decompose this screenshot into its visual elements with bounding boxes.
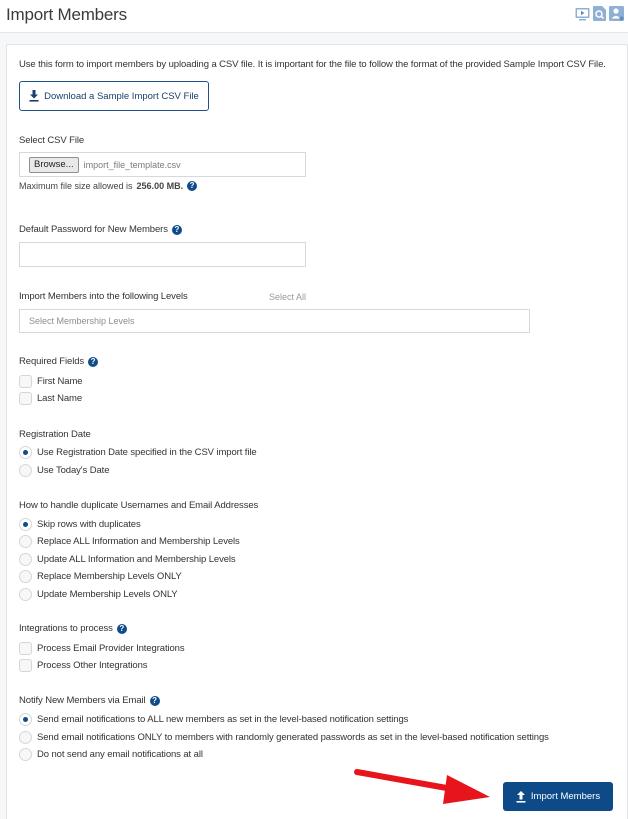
radio-button[interactable] [19,713,32,726]
default-password-input[interactable] [19,242,306,267]
option-label: Send email notifications ONLY to members… [37,732,549,743]
radio-button[interactable] [19,731,32,744]
import-members-button[interactable]: Import Members [503,782,613,811]
import-form-card: Use this form to import members by uploa… [6,44,628,819]
option-label: Send email notifications to ALL new memb… [37,714,409,725]
option-label: Last Name [37,393,83,404]
radio-button[interactable] [19,748,32,761]
download-icon [29,90,39,102]
csv-file-input[interactable]: Browse... import_file_template.csv [19,152,306,177]
duplicates-label-text: How to handle duplicate Usernames and Em… [19,500,259,511]
default-password-label: Default Password for New Members ? [19,224,182,235]
radio-button[interactable] [19,553,32,566]
duplicates-skip-radio[interactable]: Skip rows with duplicates [19,518,141,531]
radio-button[interactable] [19,588,32,601]
required-first-name-checkbox[interactable]: First Name [19,375,83,388]
radio-button[interactable] [19,535,32,548]
levels-label: Import Members into the following Levels [19,291,188,302]
max-file-size-value: 256.00 MB. [136,181,184,191]
option-label: Use Today's Date [37,465,110,476]
video-tutorial-icon[interactable] [575,6,590,21]
help-icon[interactable]: ? [116,623,127,634]
option-label: First Name [37,376,83,387]
registration-date-csv-radio[interactable]: Use Registration Date specified in the C… [19,446,257,459]
intro-text: Use this form to import members by uploa… [19,59,606,70]
option-label: Update Membership Levels ONLY [37,589,178,600]
search-help-icon[interactable] [592,6,607,21]
help-icon[interactable]: ? [88,356,99,367]
duplicates-replace-levels-radio[interactable]: Replace Membership Levels ONLY [19,570,182,583]
required-last-name-checkbox[interactable]: Last Name [19,392,82,405]
checkbox[interactable] [19,375,32,388]
integrations-label: Integrations to process ? [19,623,127,634]
notify-label: Notify New Members via Email ? [19,695,160,706]
checkbox[interactable] [19,659,32,672]
option-label: Update ALL Information and Membership Le… [37,554,236,565]
help-icon[interactable]: ? [149,695,160,706]
option-label: Do not send any email notifications at a… [37,749,203,760]
user-account-icon[interactable] [609,6,624,21]
csv-file-label: Select CSV File [19,135,84,146]
required-fields-label-text: Required Fields [19,356,85,367]
integration-other-checkbox[interactable]: Process Other Integrations [19,659,148,672]
notify-label-text: Notify New Members via Email [19,695,146,706]
download-sample-csv-label: Download a Sample Import CSV File [44,90,199,102]
levels-label-text: Import Members into the following Levels [19,291,188,302]
page-header: Import Members [0,0,628,33]
max-file-size-prefix: Maximum file size allowed is [19,181,133,191]
option-label: Replace ALL Information and Membership L… [37,536,240,547]
checkbox[interactable] [19,392,32,405]
notify-none-radio[interactable]: Do not send any email notifications at a… [19,748,203,761]
radio-button[interactable] [19,464,32,477]
option-label: Replace Membership Levels ONLY [37,571,182,582]
integrations-label-text: Integrations to process [19,623,113,634]
duplicates-label: How to handle duplicate Usernames and Em… [19,500,258,511]
radio-button[interactable] [19,518,32,531]
membership-levels-select[interactable]: Select Membership Levels [19,309,530,333]
duplicates-replace-all-radio[interactable]: Replace ALL Information and Membership L… [19,535,240,548]
default-password-label-text: Default Password for New Members [19,224,168,235]
integration-email-provider-checkbox[interactable]: Process Email Provider Integrations [19,642,185,655]
selected-file-name: import_file_template.csv [83,159,181,170]
page-title: Import Members [6,5,127,24]
membership-levels-placeholder: Select Membership Levels [29,316,135,326]
radio-button[interactable] [19,570,32,583]
notify-all-radio[interactable]: Send email notifications to ALL new memb… [19,713,408,726]
registration-date-label: Registration Date [19,429,91,440]
required-fields-label: Required Fields ? [19,356,99,367]
duplicates-update-all-radio[interactable]: Update ALL Information and Membership Le… [19,553,236,566]
header-icons [575,6,624,21]
help-icon[interactable]: ? [171,224,182,235]
browse-button[interactable]: Browse... [29,156,79,173]
option-label: Skip rows with duplicates [37,519,141,530]
radio-button[interactable] [19,446,32,459]
notify-random-password-radio[interactable]: Send email notifications ONLY to members… [19,731,549,744]
max-file-size-hint: Maximum file size allowed is 256.00 MB. … [19,181,198,191]
csv-file-label-text: Select CSV File [19,135,85,146]
option-label: Process Email Provider Integrations [37,643,185,654]
upload-icon [516,790,526,803]
registration-date-today-radio[interactable]: Use Today's Date [19,464,109,477]
import-members-label: Import Members [530,791,601,802]
option-label: Process Other Integrations [37,660,148,671]
option-label: Use Registration Date specified in the C… [37,447,257,458]
download-sample-csv-button[interactable]: Download a Sample Import CSV File [19,81,209,111]
duplicates-update-levels-radio[interactable]: Update Membership Levels ONLY [19,588,178,601]
select-all-levels-link[interactable]: Select All [269,292,306,302]
registration-date-label-text: Registration Date [19,429,91,440]
help-icon[interactable]: ? [187,181,198,191]
checkbox[interactable] [19,642,32,655]
